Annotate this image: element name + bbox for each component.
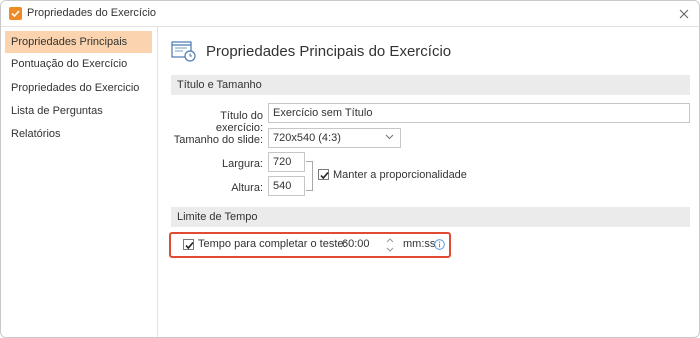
chevron-down-icon xyxy=(385,134,394,140)
section-title-size: Título e Tamanho xyxy=(171,75,690,95)
section-label: Título e Tamanho xyxy=(177,79,262,91)
section-time-limit: Limite de Tempo xyxy=(171,207,690,227)
sidebar-item-exercise-properties[interactable]: Propriedades do Exercicio xyxy=(5,77,152,99)
title-bar: Propriedades do Exercício xyxy=(1,1,699,27)
time-limit-checkbox[interactable] xyxy=(183,239,194,250)
sidebar-item-label: Propriedades Principais xyxy=(11,36,128,48)
width-input[interactable]: 720 xyxy=(268,152,305,172)
sidebar-item-label: Pontuação do Exercício xyxy=(11,58,128,70)
sidebar-item-reports[interactable]: Relatórios xyxy=(5,123,152,145)
slide-size-label: Tamanho do slide: xyxy=(173,134,263,146)
sidebar-item-question-list[interactable]: Lista de Perguntas xyxy=(5,100,152,122)
height-input[interactable]: 540 xyxy=(268,176,305,196)
section-label: Limite de Tempo xyxy=(177,211,258,223)
time-limit-label: Tempo para completar o teste: xyxy=(198,238,347,250)
info-icon[interactable] xyxy=(434,239,445,250)
keep-ratio-checkbox[interactable] xyxy=(318,169,329,180)
height-label: Altura: xyxy=(231,182,263,194)
slide-size-select[interactable]: 720x540 (4:3) xyxy=(268,128,401,148)
time-limit-input[interactable]: 60:00 xyxy=(342,238,370,250)
close-icon[interactable] xyxy=(677,7,691,21)
main-panel: Propriedades Principais do Exercício Tít… xyxy=(159,27,699,337)
sidebar-item-label: Relatórios xyxy=(11,128,61,140)
time-unit: mm:ss xyxy=(403,238,436,250)
app-check-icon xyxy=(9,7,22,20)
sidebar-item-label: Propriedades do Exercicio xyxy=(11,82,140,94)
proportion-link-bracket xyxy=(306,161,313,191)
sidebar: Propriedades Principais Pontuação do Exe… xyxy=(1,27,158,337)
sidebar-item-main-properties[interactable]: Propriedades Principais xyxy=(5,31,152,53)
page-title: Propriedades Principais do Exercício xyxy=(206,43,452,60)
properties-dialog: Propriedades do Exercício Propriedades P… xyxy=(0,0,700,338)
properties-clock-icon xyxy=(171,40,197,62)
keep-ratio-label: Manter a proporcionalidade xyxy=(333,169,467,181)
exercise-title-label: Título do exercício: xyxy=(215,110,263,134)
sidebar-item-scoring[interactable]: Pontuação do Exercício xyxy=(5,53,152,75)
sidebar-item-label: Lista de Perguntas xyxy=(11,105,103,117)
window-title: Propriedades do Exercício xyxy=(27,7,157,19)
exercise-title-input[interactable]: Exercício sem Título xyxy=(268,103,690,123)
time-spinner[interactable] xyxy=(383,236,397,254)
width-label: Largura: xyxy=(222,158,263,170)
slide-size-value: 720x540 (4:3) xyxy=(273,132,341,144)
